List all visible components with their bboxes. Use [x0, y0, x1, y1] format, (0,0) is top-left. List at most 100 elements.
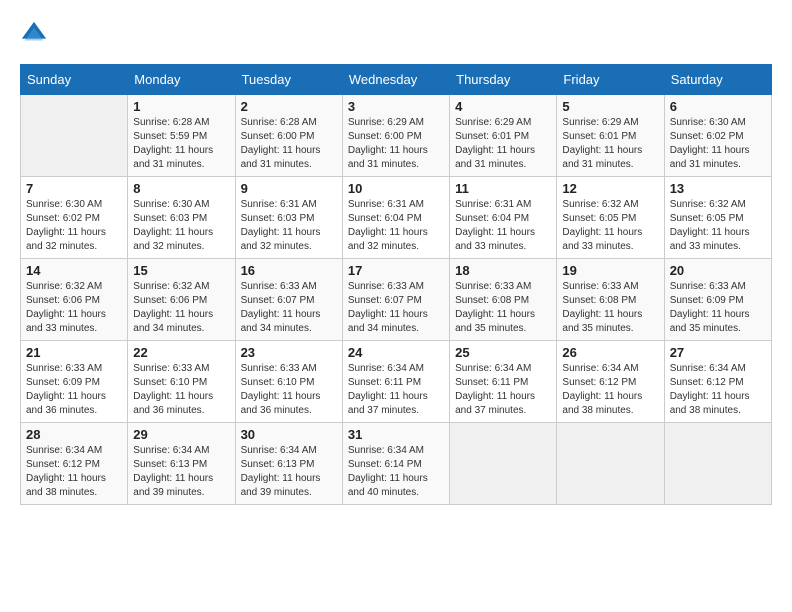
- calendar-cell: [664, 423, 771, 505]
- day-number: 28: [26, 427, 122, 442]
- day-info: Sunrise: 6:34 AMSunset: 6:14 PMDaylight:…: [348, 444, 444, 500]
- day-number: 8: [133, 181, 229, 196]
- day-info: Sunrise: 6:32 AMSunset: 6:06 PMDaylight:…: [26, 280, 122, 336]
- day-info: Sunrise: 6:34 AMSunset: 6:12 PMDaylight:…: [26, 444, 122, 500]
- calendar-cell: 28 Sunrise: 6:34 AMSunset: 6:12 PMDayligh…: [21, 423, 128, 505]
- day-info: Sunrise: 6:33 AMSunset: 6:07 PMDaylight:…: [241, 280, 337, 336]
- logo-icon: [20, 20, 48, 48]
- day-info: Sunrise: 6:33 AMSunset: 6:10 PMDaylight:…: [133, 362, 229, 418]
- day-info: Sunrise: 6:33 AMSunset: 6:07 PMDaylight:…: [348, 280, 444, 336]
- day-info: Sunrise: 6:30 AMSunset: 6:02 PMDaylight:…: [670, 116, 766, 172]
- calendar-week-row: 1 Sunrise: 6:28 AMSunset: 5:59 PMDaylight…: [21, 95, 772, 177]
- day-info: Sunrise: 6:33 AMSunset: 6:09 PMDaylight:…: [26, 362, 122, 418]
- day-info: Sunrise: 6:30 AMSunset: 6:03 PMDaylight:…: [133, 198, 229, 254]
- calendar-cell: 10 Sunrise: 6:31 AMSunset: 6:04 PMDayligh…: [342, 177, 449, 259]
- day-number: 2: [241, 99, 337, 114]
- calendar-week-row: 7 Sunrise: 6:30 AMSunset: 6:02 PMDaylight…: [21, 177, 772, 259]
- calendar-cell: 14 Sunrise: 6:32 AMSunset: 6:06 PMDayligh…: [21, 259, 128, 341]
- day-number: 18: [455, 263, 551, 278]
- page-header: [20, 20, 772, 48]
- logo: [20, 20, 52, 48]
- day-number: 13: [670, 181, 766, 196]
- calendar-cell: 31 Sunrise: 6:34 AMSunset: 6:14 PMDayligh…: [342, 423, 449, 505]
- day-number: 9: [241, 181, 337, 196]
- day-number: 6: [670, 99, 766, 114]
- day-number: 17: [348, 263, 444, 278]
- day-info: Sunrise: 6:33 AMSunset: 6:09 PMDaylight:…: [670, 280, 766, 336]
- day-number: 23: [241, 345, 337, 360]
- calendar-cell: 1 Sunrise: 6:28 AMSunset: 5:59 PMDaylight…: [128, 95, 235, 177]
- day-number: 22: [133, 345, 229, 360]
- calendar-table: SundayMondayTuesdayWednesdayThursdayFrid…: [20, 64, 772, 505]
- calendar-cell: 9Sunrise: 6:31 AMSunset: 6:03 PMDaylight…: [235, 177, 342, 259]
- day-number: 29: [133, 427, 229, 442]
- day-number: 26: [562, 345, 658, 360]
- day-info: Sunrise: 6:29 AMSunset: 6:01 PMDaylight:…: [562, 116, 658, 172]
- day-number: 10: [348, 181, 444, 196]
- calendar-cell: 6 Sunrise: 6:30 AMSunset: 6:02 PMDaylight…: [664, 95, 771, 177]
- day-number: 31: [348, 427, 444, 442]
- day-info: Sunrise: 6:34 AMSunset: 6:13 PMDaylight:…: [133, 444, 229, 500]
- day-of-week-header: Tuesday: [235, 65, 342, 95]
- calendar-cell: 22 Sunrise: 6:33 AMSunset: 6:10 PMDayligh…: [128, 341, 235, 423]
- day-number: 4: [455, 99, 551, 114]
- day-info: Sunrise: 6:33 AMSunset: 6:08 PMDaylight:…: [455, 280, 551, 336]
- day-info: Sunrise: 6:34 AMSunset: 6:12 PMDaylight:…: [562, 362, 658, 418]
- day-number: 14: [26, 263, 122, 278]
- header-row: SundayMondayTuesdayWednesdayThursdayFrid…: [21, 65, 772, 95]
- calendar-cell: 26 Sunrise: 6:34 AMSunset: 6:12 PMDayligh…: [557, 341, 664, 423]
- day-of-week-header: Thursday: [450, 65, 557, 95]
- day-number: 24: [348, 345, 444, 360]
- day-number: 3: [348, 99, 444, 114]
- day-info: Sunrise: 6:34 AMSunset: 6:11 PMDaylight:…: [455, 362, 551, 418]
- day-of-week-header: Friday: [557, 65, 664, 95]
- calendar-cell: 4 Sunrise: 6:29 AMSunset: 6:01 PMDaylight…: [450, 95, 557, 177]
- calendar-cell: 29 Sunrise: 6:34 AMSunset: 6:13 PMDayligh…: [128, 423, 235, 505]
- calendar-cell: [557, 423, 664, 505]
- day-info: Sunrise: 6:30 AMSunset: 6:02 PMDaylight:…: [26, 198, 122, 254]
- day-number: 7: [26, 181, 122, 196]
- day-number: 25: [455, 345, 551, 360]
- day-info: Sunrise: 6:32 AMSunset: 6:05 PMDaylight:…: [670, 198, 766, 254]
- day-info: Sunrise: 6:28 AMSunset: 5:59 PMDaylight:…: [133, 116, 229, 172]
- calendar-cell: 17 Sunrise: 6:33 AMSunset: 6:07 PMDayligh…: [342, 259, 449, 341]
- day-number: 30: [241, 427, 337, 442]
- calendar-cell: 18 Sunrise: 6:33 AMSunset: 6:08 PMDayligh…: [450, 259, 557, 341]
- day-of-week-header: Wednesday: [342, 65, 449, 95]
- calendar-cell: 30Sunrise: 6:34 AMSunset: 6:13 PMDayligh…: [235, 423, 342, 505]
- calendar-cell: 19Sunrise: 6:33 AMSunset: 6:08 PMDayligh…: [557, 259, 664, 341]
- calendar-cell: 21 Sunrise: 6:33 AMSunset: 6:09 PMDayligh…: [21, 341, 128, 423]
- day-number: 16: [241, 263, 337, 278]
- day-number: 27: [670, 345, 766, 360]
- calendar-cell: [21, 95, 128, 177]
- day-info: Sunrise: 6:32 AMSunset: 6:05 PMDaylight:…: [562, 198, 658, 254]
- day-number: 19: [562, 263, 658, 278]
- calendar-cell: 7 Sunrise: 6:30 AMSunset: 6:02 PMDaylight…: [21, 177, 128, 259]
- calendar-cell: 23 Sunrise: 6:33 AMSunset: 6:10 PMDayligh…: [235, 341, 342, 423]
- calendar-week-row: 14 Sunrise: 6:32 AMSunset: 6:06 PMDayligh…: [21, 259, 772, 341]
- day-info: Sunrise: 6:29 AMSunset: 6:01 PMDaylight:…: [455, 116, 551, 172]
- day-number: 15: [133, 263, 229, 278]
- day-number: 1: [133, 99, 229, 114]
- day-of-week-header: Sunday: [21, 65, 128, 95]
- day-of-week-header: Monday: [128, 65, 235, 95]
- calendar-cell: 3 Sunrise: 6:29 AMSunset: 6:00 PMDaylight…: [342, 95, 449, 177]
- calendar-cell: 15Sunrise: 6:32 AMSunset: 6:06 PMDayligh…: [128, 259, 235, 341]
- calendar-week-row: 21 Sunrise: 6:33 AMSunset: 6:09 PMDayligh…: [21, 341, 772, 423]
- calendar-cell: 27Sunrise: 6:34 AMSunset: 6:12 PMDayligh…: [664, 341, 771, 423]
- day-number: 11: [455, 181, 551, 196]
- day-info: Sunrise: 6:34 AMSunset: 6:11 PMDaylight:…: [348, 362, 444, 418]
- calendar-cell: 5Sunrise: 6:29 AMSunset: 6:01 PMDaylight…: [557, 95, 664, 177]
- day-number: 21: [26, 345, 122, 360]
- calendar-cell: 2Sunrise: 6:28 AMSunset: 6:00 PMDaylight…: [235, 95, 342, 177]
- day-info: Sunrise: 6:31 AMSunset: 6:04 PMDaylight:…: [348, 198, 444, 254]
- calendar-cell: 13 Sunrise: 6:32 AMSunset: 6:05 PMDayligh…: [664, 177, 771, 259]
- day-number: 20: [670, 263, 766, 278]
- day-info: Sunrise: 6:31 AMSunset: 6:04 PMDaylight:…: [455, 198, 551, 254]
- calendar-cell: 20 Sunrise: 6:33 AMSunset: 6:09 PMDayligh…: [664, 259, 771, 341]
- day-info: Sunrise: 6:29 AMSunset: 6:00 PMDaylight:…: [348, 116, 444, 172]
- day-info: Sunrise: 6:33 AMSunset: 6:10 PMDaylight:…: [241, 362, 337, 418]
- calendar-cell: 24 Sunrise: 6:34 AMSunset: 6:11 PMDayligh…: [342, 341, 449, 423]
- calendar-cell: 16 Sunrise: 6:33 AMSunset: 6:07 PMDayligh…: [235, 259, 342, 341]
- calendar-week-row: 28 Sunrise: 6:34 AMSunset: 6:12 PMDayligh…: [21, 423, 772, 505]
